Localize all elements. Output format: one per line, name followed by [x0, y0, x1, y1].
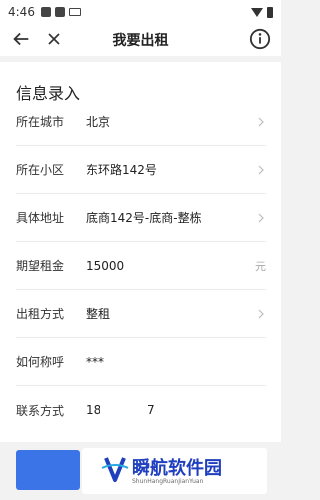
- status-bar: 4:46: [0, 0, 281, 24]
- name-input[interactable]: ***: [86, 355, 266, 369]
- notification-icon: [54, 7, 65, 17]
- info-icon[interactable]: [249, 28, 271, 50]
- chevron-right-icon: [258, 117, 264, 126]
- watermark-title: 瞬航软件园: [132, 458, 222, 479]
- row-label: 如何称呼: [16, 355, 65, 369]
- wifi-icon: [251, 7, 263, 17]
- chevron-right-icon: [258, 309, 264, 318]
- row-address[interactable]: 具体地址 底商142号-底商-整栋: [16, 194, 266, 242]
- row-value: 整租: [86, 307, 111, 321]
- row-label: 期望租金: [16, 259, 65, 273]
- row-rent-type[interactable]: 出租方式 整租: [16, 290, 266, 338]
- watermark-logo-icon: [101, 457, 129, 482]
- row-rent[interactable]: 期望租金 15000 元: [16, 242, 266, 290]
- row-label: 所在城市: [16, 115, 65, 129]
- watermark: 瞬航软件园 ShunHangRuanJianYuan: [82, 448, 267, 494]
- watermark-subtitle: ShunHangRuanJianYuan: [132, 478, 204, 485]
- row-label: 具体地址: [16, 211, 65, 225]
- row-label: 联系方式: [16, 403, 65, 418]
- row-label: 所在小区: [16, 163, 65, 177]
- page-title: 我要出租: [112, 33, 169, 49]
- row-city[interactable]: 所在城市 北京: [16, 98, 266, 146]
- keyboard-icon: [68, 8, 81, 16]
- phone-mask: [100, 397, 148, 415]
- row-community[interactable]: 所在小区 东环路142号: [16, 146, 266, 194]
- row-value: 底商142号-底商-整栋: [86, 211, 202, 225]
- bottom-bar: 瞬航软件园 ShunHangRuanJianYuan: [0, 442, 281, 500]
- status-time: 4:46: [8, 5, 35, 19]
- status-right: [251, 6, 273, 18]
- rent-input[interactable]: 15000: [86, 259, 255, 273]
- row-value: 北京: [86, 115, 111, 129]
- row-value: 东环路142号: [86, 163, 157, 177]
- chevron-right-icon: [258, 165, 264, 174]
- nav-bar: 我要出租: [0, 24, 281, 56]
- rent-unit: 元: [255, 259, 266, 273]
- notification-icon: [40, 7, 51, 17]
- chevron-right-icon: [258, 213, 264, 222]
- row-name[interactable]: 如何称呼 ***: [16, 338, 266, 386]
- row-label: 出租方式: [16, 307, 65, 321]
- submit-button[interactable]: [16, 450, 80, 490]
- battery-icon: [267, 6, 273, 18]
- form-card: 信息录入 所在城市 北京 所在小区 东环路142号 具体地址 底商142号-底商…: [0, 62, 281, 442]
